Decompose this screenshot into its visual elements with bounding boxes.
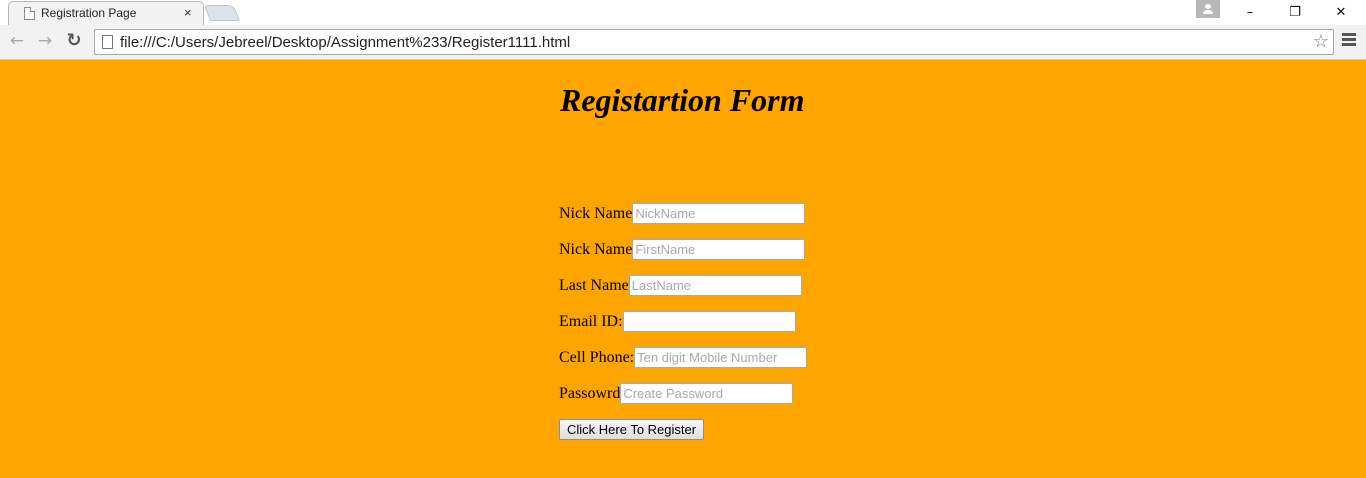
browser-tab[interactable]: Registration Page × [8,1,204,25]
password-input[interactable] [620,383,794,404]
register-button[interactable]: Click Here To Register [559,419,705,440]
url-text[interactable]: file:///C:/Users/Jebreel/Desktop/Assignm… [120,34,570,51]
nickname-input[interactable] [632,203,806,224]
tab-title: Registration Page [41,6,137,20]
close-icon[interactable]: × [184,5,192,20]
form-row-email: Email ID: [559,311,807,347]
reload-icon[interactable]: ↻ [63,30,85,52]
back-icon[interactable]: ← [6,30,28,52]
form-row-phone: Cell Phone: [559,347,808,383]
profile-icon[interactable] [1196,0,1220,18]
page-title: Registartion Form [560,82,805,118]
form-row-lastname: Last Name [559,275,807,311]
email-label: Email ID: [559,313,623,330]
address-bar[interactable]: file:///C:/Users/Jebreel/Desktop/Assignm… [94,29,1334,55]
phone-label: Cell Phone: [559,349,635,366]
registration-form: Nick Name Nick Name Last Name Email ID: … [559,203,808,455]
new-tab-button[interactable] [204,5,240,21]
restore-button[interactable]: ❐ [1272,0,1318,25]
close-window-button[interactable]: ✕ [1318,0,1364,25]
firstname-label: Nick Name [559,241,633,258]
browser-tabstrip: Registration Page × – ❐ ✕ [0,0,1366,25]
form-row-password: Passowrd [559,383,807,419]
phone-input[interactable] [634,347,808,368]
form-row-nickname: Nick Name [559,203,807,239]
forward-icon[interactable]: → [34,30,56,52]
page-content: Registartion Form Nick Name Nick Name La… [0,61,1366,478]
form-row-firstname: Nick Name [559,239,807,275]
page-icon [24,7,35,20]
minimize-button[interactable]: – [1227,0,1273,25]
lastname-label: Last Name [559,277,629,294]
menu-icon[interactable] [1342,33,1356,49]
nickname-label: Nick Name [559,205,633,222]
star-icon[interactable]: ☆ [1313,31,1329,52]
browser-toolbar: ← → ↻ file:///C:/Users/Jebreel/Desktop/A… [0,25,1366,60]
form-row-submit: Click Here To Register [559,419,807,455]
page-icon [102,35,113,49]
firstname-input[interactable] [632,239,806,260]
password-label: Passowrd [559,385,621,402]
email-input[interactable] [622,311,796,332]
lastname-input[interactable] [628,275,802,296]
